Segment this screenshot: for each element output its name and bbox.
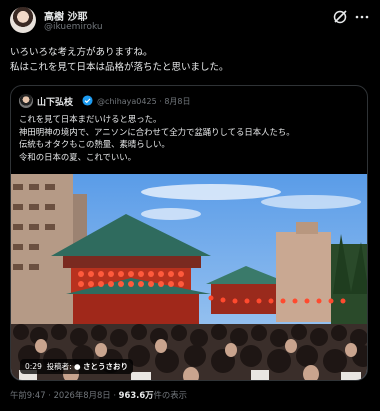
poster-avatar-icon: ● (74, 362, 81, 371)
meta-separator: · (110, 390, 119, 400)
post-meta: 午前9:47 · 2026年8月8日 · 963.6万件の表示 (10, 389, 187, 401)
quoted-author-name[interactable]: 山下弘枝 (37, 95, 73, 108)
video-overlay: 0:29 投稿者: ● さとうさおり (20, 359, 133, 374)
meta-separator: · (45, 390, 54, 400)
author-name[interactable]: 高樹 沙耶 (44, 8, 87, 23)
video-duration: 0:29 (25, 362, 42, 371)
author-handle[interactable]: @ikuemiroku (44, 22, 103, 32)
quoted-post[interactable]: 山下弘枝 @chihaya0425 · 8月8日 これを見て日本まだいけると思っ… (10, 85, 368, 381)
post-date[interactable]: 2026年8月8日 (54, 390, 111, 400)
quoted-post-text: これを見て日本まだいけると思った。 神田明神の境内で、アニソンに合わせて全力で盆… (19, 113, 359, 163)
post-time[interactable]: 午前9:47 (10, 390, 46, 400)
quoted-line: これを見て日本まだいけると思った。 (19, 114, 162, 124)
post-line: いろいろな考え方がありますね。 (10, 47, 153, 58)
more-dots-icon[interactable] (354, 9, 370, 25)
video-player[interactable]: 0:29 投稿者: ● さとうさおり (11, 174, 367, 380)
quoted-author-meta: @chihaya0425 · 8月8日 (97, 96, 191, 107)
quoted-line: 令和の日本の夏、これでいい。 (19, 151, 136, 162)
view-count: 963.6万 (118, 390, 154, 400)
video-thumbnail (11, 174, 367, 380)
post-header: 高樹 沙耶 @ikuemiroku (10, 7, 370, 37)
quoted-post-date[interactable]: 8月8日 (164, 97, 190, 106)
poster-name[interactable]: さとうさおり (83, 362, 128, 371)
view-label: 件の表示 (153, 390, 188, 400)
post-text: いろいろな考え方がありますね。 私はこれを見て日本は品格が落ちたと思いました。 (10, 45, 370, 75)
quoted-author-avatar[interactable] (19, 94, 33, 108)
grok-slash-icon[interactable] (332, 9, 348, 25)
author-avatar[interactable] (10, 7, 36, 33)
quoted-line: 神田明神の境内で、アニソンに合わせて全力で盆踊りしてる日本人たち。 (19, 126, 295, 137)
post-line: 私はこれを見て日本は品格が落ちたと思いました。 (10, 62, 229, 73)
poster-label: 投稿者: (46, 362, 72, 371)
quoted-line: 伝統もオタクもこの熱量、素晴らしい。 (19, 139, 170, 149)
separator-dot: · (159, 97, 162, 106)
verified-badge-icon (82, 95, 93, 106)
quoted-author-handle[interactable]: @chihaya0425 (97, 97, 157, 106)
